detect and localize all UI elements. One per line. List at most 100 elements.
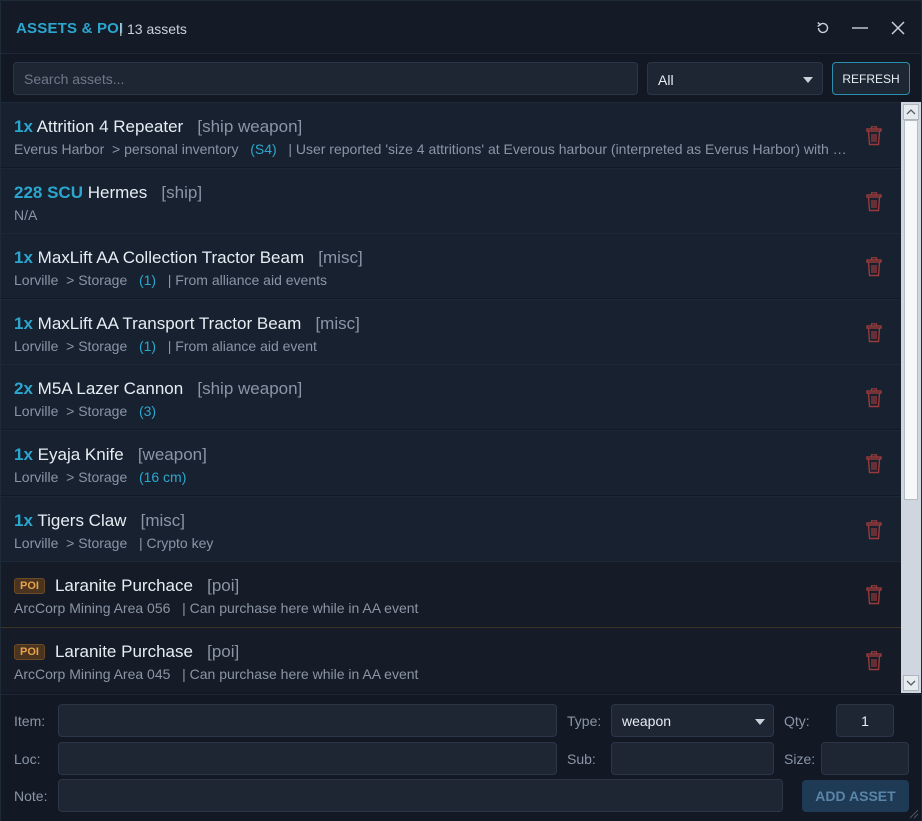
asset-sublocation: Storage xyxy=(78,535,128,551)
poi-badge: POI xyxy=(14,644,45,660)
scroll-down-button[interactable] xyxy=(903,675,919,691)
asset-type: [weapon] xyxy=(137,445,207,464)
item-field[interactable] xyxy=(58,704,557,737)
size-label: Size: xyxy=(784,751,816,767)
asset-row[interactable]: 2x M5A Lazer Cannon [ship weapon] Lorvill… xyxy=(1,364,901,429)
asset-list: 1x Attrition 4 Repeater [ship weapon] Eve… xyxy=(1,102,901,693)
trash-icon[interactable] xyxy=(865,585,883,605)
poi-row[interactable]: POI Laranite Purchace [poi] ArcCorp Mining… xyxy=(1,561,901,626)
row-heading: 2x M5A Lazer Cannon [ship weapon] xyxy=(14,379,302,399)
asset-size-tag: (1) xyxy=(138,272,157,288)
qty-label: Qty: xyxy=(784,713,810,729)
asset-name: Attrition 4 Repeater xyxy=(36,117,184,136)
title-bar: ASSETS & POI | 13 assets xyxy=(1,1,921,54)
asset-name: MaxLift AA Transport Tractor Beam xyxy=(37,314,302,333)
chevron-down-icon xyxy=(906,680,916,686)
trash-icon[interactable] xyxy=(865,126,883,146)
note-field[interactable] xyxy=(58,779,783,812)
row-details: Lorville > Storage (3) xyxy=(14,403,854,419)
assets-window: ASSETS & POI | 13 assets All REFRESH 1x … xyxy=(0,0,922,821)
location-arrow: > xyxy=(66,469,75,485)
type-select-value: weapon xyxy=(622,713,672,729)
trash-icon[interactable] xyxy=(865,192,883,212)
location-arrow: > xyxy=(66,403,75,419)
refresh-button[interactable]: REFRESH xyxy=(832,62,910,95)
asset-location: Lorville xyxy=(14,469,59,485)
close-icon xyxy=(891,21,905,35)
asset-qty: 1x xyxy=(14,314,33,333)
asset-type: [ship weapon] xyxy=(197,117,303,136)
asset-row[interactable]: 228 SCU Hermes [ship] N/A xyxy=(1,168,901,233)
note-label: Note: xyxy=(14,788,48,804)
trash-icon[interactable] xyxy=(865,454,883,474)
trash-icon[interactable] xyxy=(865,257,883,277)
trash-icon[interactable] xyxy=(865,651,883,671)
size-field[interactable] xyxy=(821,742,909,775)
asset-type: [misc] xyxy=(318,248,363,267)
list-scrollbar[interactable] xyxy=(901,102,921,693)
add-asset-button[interactable]: ADD ASSET xyxy=(802,780,909,812)
row-heading: 1x Attrition 4 Repeater [ship weapon] xyxy=(14,117,302,137)
asset-location: ArcCorp Mining Area 045 xyxy=(14,666,171,682)
row-heading: 228 SCU Hermes [ship] xyxy=(14,183,202,203)
qty-field[interactable]: 1 xyxy=(836,704,894,737)
scroll-thumb[interactable] xyxy=(904,120,918,500)
qty-field-value: 1 xyxy=(861,713,869,729)
poi-badge: POI xyxy=(14,578,45,594)
asset-name: Eyaja Knife xyxy=(37,445,124,464)
asset-sublocation: Storage xyxy=(78,469,128,485)
asset-qty: 1x xyxy=(14,511,33,530)
asset-qty: 1x xyxy=(14,445,33,464)
resize-grip-icon[interactable] xyxy=(907,807,919,819)
filter-dropdown[interactable]: All xyxy=(647,62,823,95)
close-button[interactable] xyxy=(887,17,909,39)
asset-row[interactable]: 1x Attrition 4 Repeater [ship weapon] Eve… xyxy=(1,102,901,167)
row-details: Lorville > Storage | Crypto key xyxy=(14,535,854,551)
asset-qty: 228 SCU xyxy=(14,183,83,202)
trash-icon[interactable] xyxy=(865,520,883,540)
asset-name: Tigers Claw xyxy=(37,511,127,530)
row-heading: 1x Tigers Claw [misc] xyxy=(14,511,185,531)
title-separator: | xyxy=(119,20,123,36)
sub-field[interactable] xyxy=(611,742,774,775)
type-select[interactable]: weapon xyxy=(611,704,774,737)
asset-note: | Can purchase here while in AA event xyxy=(182,600,419,616)
asset-row[interactable]: 1x Eyaja Knife [weapon] Lorville > Storag… xyxy=(1,430,901,495)
item-label: Item: xyxy=(14,713,46,729)
asset-note: | From alliance aid events xyxy=(167,272,327,288)
row-heading: 1x Eyaja Knife [weapon] xyxy=(14,445,207,465)
filter-selected-value: All xyxy=(658,72,674,88)
asset-location: Lorville xyxy=(14,272,59,288)
search-input[interactable] xyxy=(13,62,638,95)
asset-name: Laranite Purchase xyxy=(54,642,193,661)
row-heading: POI Laranite Purchase [poi] xyxy=(14,642,239,662)
poi-row[interactable]: POI Laranite Purchase [poi] ArcCorp Mining… xyxy=(1,627,901,692)
asset-location: N/A xyxy=(14,207,38,223)
asset-note: | Can purchase here while in AA event xyxy=(182,666,419,682)
location-arrow: > xyxy=(66,272,75,288)
scroll-up-button[interactable] xyxy=(903,104,919,120)
reset-button[interactable] xyxy=(812,17,834,39)
asset-sublocation: Storage xyxy=(78,338,128,354)
asset-qty: 2x xyxy=(14,379,33,398)
asset-size-tag: (16 cm) xyxy=(138,469,187,485)
trash-icon[interactable] xyxy=(865,388,883,408)
location-arrow: > xyxy=(66,338,75,354)
row-details: N/A xyxy=(14,207,854,223)
asset-row[interactable]: 1x Tigers Claw [misc] Lorville > Storage … xyxy=(1,496,901,561)
asset-location: Everus Harbor xyxy=(14,141,105,157)
asset-row[interactable]: 1x MaxLift AA Transport Tractor Beam [mi… xyxy=(1,299,901,364)
asset-count: 13 assets xyxy=(127,21,187,37)
row-details: Lorville > Storage (16 cm) xyxy=(14,469,854,485)
minimize-button[interactable] xyxy=(849,17,871,39)
chevron-down-icon xyxy=(803,77,813,83)
asset-type: [ship weapon] xyxy=(197,379,303,398)
asset-location: Lorville xyxy=(14,338,59,354)
window-title: ASSETS & POI xyxy=(16,20,124,37)
asset-size-tag: (S4) xyxy=(250,141,277,157)
asset-row[interactable]: 1x MaxLift AA Collection Tractor Beam [m… xyxy=(1,233,901,298)
loc-field[interactable] xyxy=(58,742,557,775)
trash-icon[interactable] xyxy=(865,323,883,343)
row-details: ArcCorp Mining Area 056 | Can purchase h… xyxy=(14,600,854,616)
asset-note: | From aliance aid event xyxy=(167,338,317,354)
